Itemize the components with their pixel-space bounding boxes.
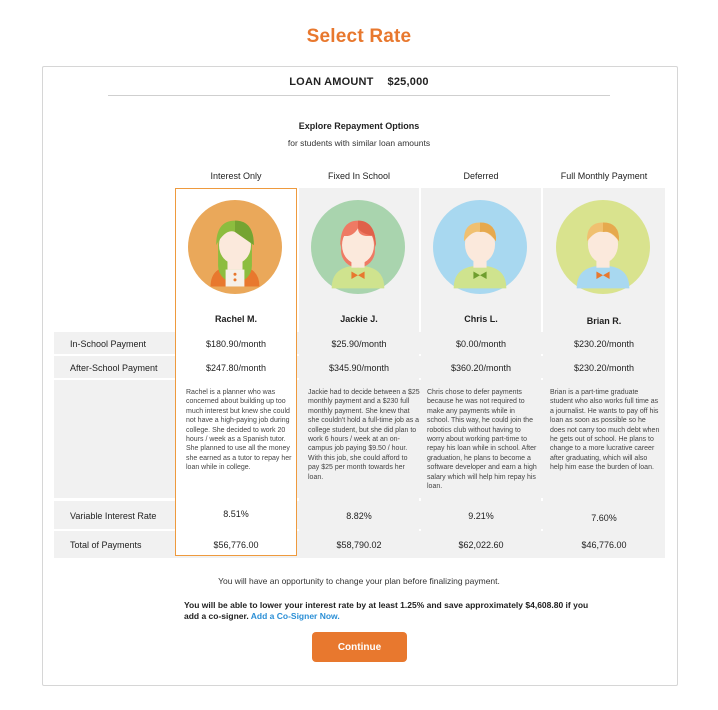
row-label-in-school: In-School Payment: [70, 339, 147, 349]
add-cosigner-link[interactable]: Add a Co-Signer Now.: [251, 611, 340, 621]
in-school-payment: $25.90/month: [331, 339, 387, 349]
total-payments: $62,022.60: [458, 540, 504, 550]
row-label-total: Total of Payments: [70, 540, 142, 550]
loan-amount-label: LOAN AMOUNT: [289, 76, 374, 88]
girl-avatar-icon: [188, 200, 282, 294]
cosigner-text: You will be able to lower your interest …: [184, 600, 589, 621]
in-school-payment: $180.90/month: [205, 339, 267, 349]
person-name: Brian R.: [586, 316, 622, 326]
interest-rate: 9.21%: [468, 511, 494, 521]
cosigner-message: You will be able to lower your interest …: [184, 600, 604, 622]
total-payments: $58,790.02: [336, 540, 382, 550]
boy-avatar-icon: [433, 200, 527, 294]
after-school-payment: $247.80/month: [205, 363, 267, 373]
loan-amount-value: $25,000: [387, 76, 429, 88]
change-plan-note: You will have an opportunity to change y…: [218, 576, 500, 586]
loan-amount: LOAN AMOUNT $25,000: [0, 76, 718, 88]
plan-description: Jackie had to decide between a $25 month…: [308, 389, 420, 481]
in-school-payment: $230.20/month: [573, 339, 635, 349]
after-school-payment: $360.20/month: [450, 363, 512, 373]
person-name: Chris L.: [464, 314, 498, 324]
interest-rate: 7.60%: [591, 513, 617, 523]
after-school-payment: $345.90/month: [328, 363, 390, 373]
interest-rate: 8.82%: [346, 511, 372, 521]
plan-header-full-monthly: Full Monthly Payment: [560, 171, 648, 181]
plan-description: Brian is a part-time graduate student wh…: [550, 389, 660, 472]
after-school-payment: $230.20/month: [573, 363, 635, 373]
total-payments: $46,776.00: [581, 540, 627, 550]
person-name: Jackie J.: [340, 314, 378, 324]
explore-subtitle: for students with similar loan amounts: [287, 138, 431, 148]
row-label-rate: Variable Interest Rate: [70, 511, 157, 521]
plan-description: Rachel is a planner who was concerned ab…: [186, 389, 292, 472]
total-payments: $56,776.00: [213, 540, 259, 550]
plan-header-deferred: Deferred: [463, 171, 499, 181]
row-label-after-school: After-School Payment: [70, 363, 158, 373]
plan-header-interest-only: Interest Only: [210, 171, 262, 181]
page-title: Select Rate: [306, 26, 412, 47]
interest-rate: 8.51%: [223, 509, 249, 519]
plan-header-fixed-in-school: Fixed In School: [327, 171, 391, 181]
loan-divider: [108, 95, 610, 96]
plan-description: Chris chose to defer payments because he…: [427, 389, 537, 491]
girl-avatar-icon: [311, 200, 405, 294]
explore-title: Explore Repayment Options: [298, 121, 420, 131]
person-name: Rachel M.: [214, 314, 257, 324]
in-school-payment: $0.00/month: [455, 339, 507, 349]
boy-avatar-icon: [556, 200, 650, 294]
continue-button[interactable]: Continue: [312, 632, 407, 662]
